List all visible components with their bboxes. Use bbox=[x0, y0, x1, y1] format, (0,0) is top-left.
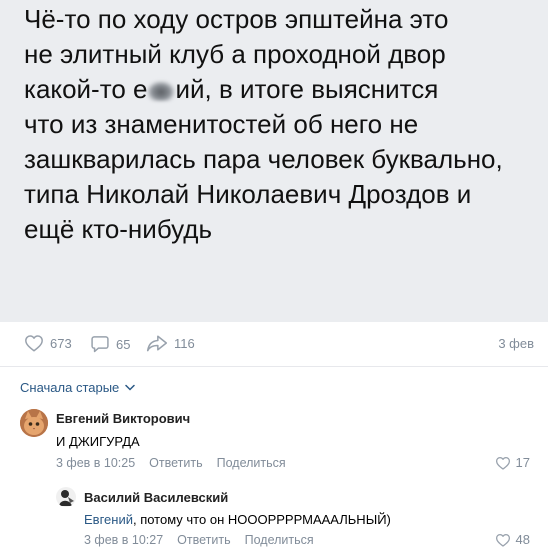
comments-count: 65 bbox=[116, 336, 131, 352]
post-line: типа Николай Николаевич Дроздов и bbox=[24, 179, 472, 209]
reply-link[interactable]: Ответить bbox=[177, 533, 230, 547]
post-text: Чё-то по ходу остров эпштейна это не эли… bbox=[24, 2, 544, 247]
comment-meta: 3 фев в 10:27 Ответить Поделиться bbox=[84, 533, 314, 547]
heart-icon bbox=[25, 335, 43, 352]
avatar[interactable] bbox=[56, 487, 76, 507]
comments-sort-dropdown[interactable]: Сначала старые bbox=[20, 380, 136, 395]
comment-meta: 3 фев в 10:25 Ответить Поделиться bbox=[56, 456, 286, 470]
person-avatar-icon bbox=[56, 487, 76, 507]
heart-icon bbox=[495, 456, 510, 470]
shares-count: 116 bbox=[174, 335, 195, 351]
comment-icon bbox=[91, 336, 109, 353]
comment-reply: Василий Василевский Евгений, потому что … bbox=[0, 485, 548, 556]
share-icon bbox=[146, 335, 168, 352]
comment-author[interactable]: Евгений Викторович bbox=[56, 411, 190, 426]
comment-text: Евгений, потому что он НОООРРРРМАААЛЬНЫЙ… bbox=[84, 512, 391, 527]
comment-text: И ДЖИГУРДА bbox=[56, 434, 140, 449]
avatar[interactable] bbox=[20, 409, 48, 437]
comment-author[interactable]: Василий Василевский bbox=[84, 490, 228, 505]
post-actions-bar: 673 65 116 3 фев bbox=[0, 322, 548, 367]
post-line: что из знаменитостей об него не bbox=[24, 109, 419, 139]
sort-label: Сначала старые bbox=[20, 380, 120, 395]
chevron-down-icon bbox=[125, 384, 136, 391]
comment: Евгений Викторович И ДЖИГУРДА 3 фев в 10… bbox=[0, 405, 548, 475]
comment-text-body: , потому что он НОООРРРРМАААЛЬНЫЙ) bbox=[132, 512, 391, 527]
censored-word-blur bbox=[147, 81, 176, 101]
comment-like-button[interactable]: 17 bbox=[495, 455, 530, 470]
comment-date[interactable]: 3 фев в 10:25 bbox=[56, 456, 135, 470]
heart-icon bbox=[495, 533, 510, 547]
post-date[interactable]: 3 фев bbox=[498, 336, 534, 351]
post-line: ещё кто-нибудь bbox=[24, 214, 212, 244]
comment-likes-count: 17 bbox=[515, 455, 530, 470]
post-line: Чё-то по ходу остров эпштейна это bbox=[24, 4, 449, 34]
share-button[interactable]: 116 bbox=[146, 334, 195, 352]
post-line: зашкварилась пара человек буквально, bbox=[24, 144, 503, 174]
post-card: Чё-то по ходу остров эпштейна это не эли… bbox=[0, 0, 548, 322]
post-line: какой-то е ий, в итоге выяснится bbox=[24, 74, 439, 104]
comment-button[interactable]: 65 bbox=[90, 334, 130, 354]
share-link[interactable]: Поделиться bbox=[245, 533, 314, 547]
like-button[interactable]: 673 bbox=[24, 334, 72, 352]
comment-date[interactable]: 3 фев в 10:27 bbox=[84, 533, 163, 547]
likes-count: 673 bbox=[50, 335, 72, 351]
mention-link[interactable]: Евгений bbox=[84, 512, 133, 527]
share-link[interactable]: Поделиться bbox=[217, 456, 286, 470]
cat-avatar-icon bbox=[20, 409, 48, 437]
reply-link[interactable]: Ответить bbox=[149, 456, 202, 470]
comment-likes-count: 48 bbox=[515, 532, 530, 547]
comment-like-button[interactable]: 48 bbox=[495, 532, 530, 547]
post-line: не элитный клуб а проходной двор bbox=[24, 39, 446, 69]
